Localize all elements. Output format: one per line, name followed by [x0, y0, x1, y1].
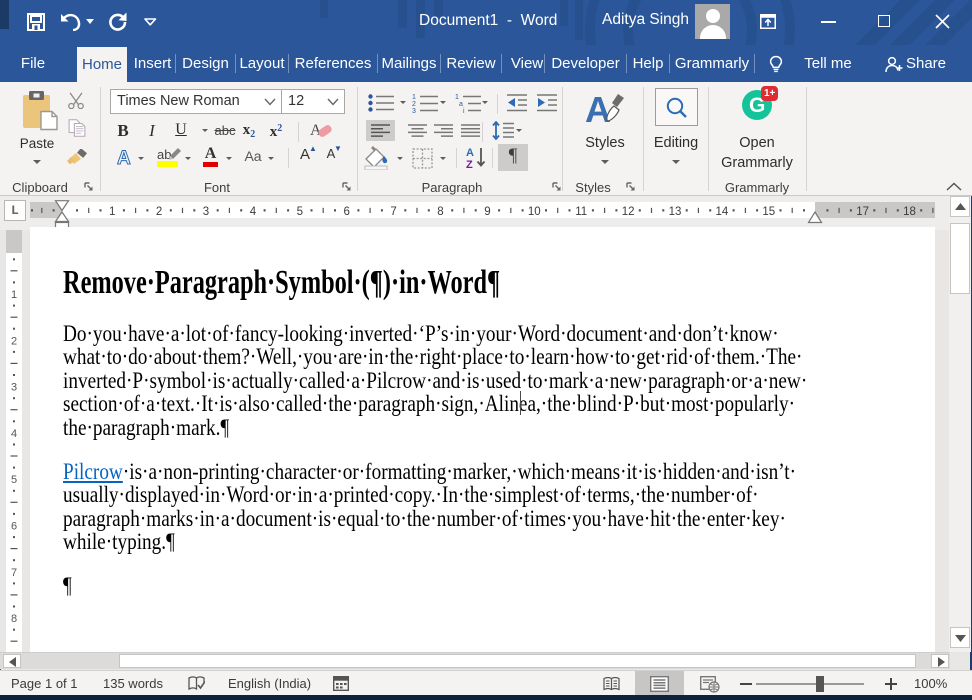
- svg-text:7: 7: [390, 206, 396, 218]
- svg-text:1: 1: [109, 206, 115, 218]
- svg-text:A: A: [466, 147, 474, 159]
- svg-text:Z: Z: [466, 159, 473, 170]
- svg-text:14: 14: [716, 206, 729, 218]
- svg-text:15: 15: [762, 206, 775, 218]
- svg-text:3: 3: [203, 206, 209, 218]
- svg-text:A: A: [117, 148, 131, 166]
- svg-text:1: 1: [412, 94, 416, 101]
- svg-text:10: 10: [528, 206, 541, 218]
- svg-text:6: 6: [343, 206, 349, 218]
- svg-text:i: i: [463, 108, 465, 113]
- svg-text:17: 17: [856, 206, 869, 218]
- svg-text:6: 6: [11, 521, 17, 533]
- svg-text:5: 5: [297, 206, 303, 218]
- svg-text:a: a: [459, 101, 463, 108]
- svg-text:2: 2: [11, 335, 17, 347]
- svg-text:A: A: [585, 90, 611, 127]
- svg-text:7: 7: [11, 567, 17, 579]
- svg-text:8: 8: [11, 613, 17, 625]
- svg-text:2: 2: [412, 101, 416, 108]
- svg-text:2: 2: [156, 206, 162, 218]
- svg-text:9: 9: [484, 206, 490, 218]
- svg-text:8: 8: [437, 206, 443, 218]
- svg-text:1: 1: [455, 94, 459, 101]
- svg-text:4: 4: [11, 428, 17, 440]
- svg-text:5: 5: [11, 474, 17, 486]
- svg-text:3: 3: [11, 382, 17, 394]
- svg-text:18: 18: [903, 206, 916, 218]
- svg-text:3: 3: [412, 108, 416, 113]
- svg-text:4: 4: [250, 206, 257, 218]
- svg-text:1: 1: [11, 289, 17, 301]
- svg-text:12: 12: [622, 206, 635, 218]
- svg-text:11: 11: [575, 206, 587, 218]
- svg-text:13: 13: [669, 206, 682, 218]
